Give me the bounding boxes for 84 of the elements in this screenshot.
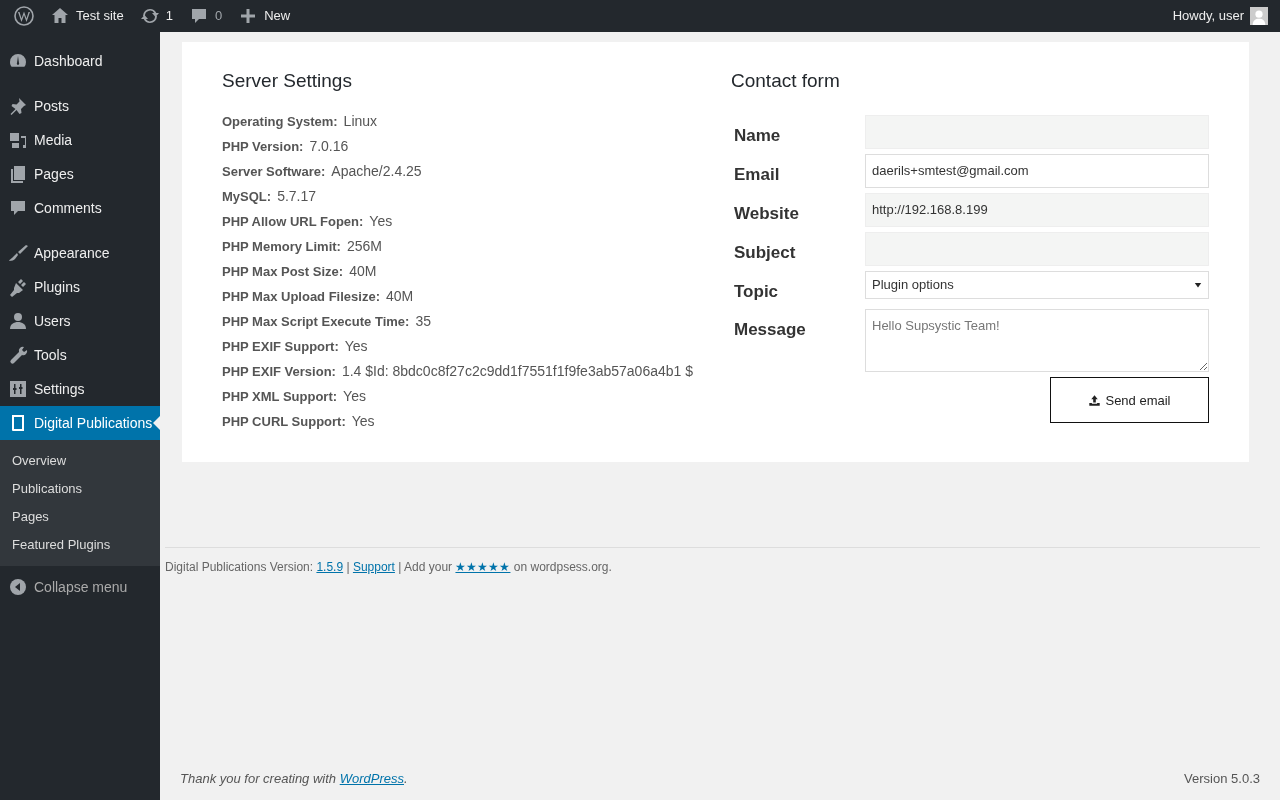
menu-pointer-icon	[153, 416, 160, 430]
footer-thanks-text: Thank you for creating with WordPress.	[180, 769, 408, 788]
link[interactable]: 1.5.9	[316, 559, 344, 574]
left-arrow-circle-icon	[8, 577, 28, 597]
collapse-menu-button[interactable]: Collapse menu	[0, 570, 160, 604]
home-icon	[50, 6, 70, 26]
setting-label: PHP Memory Limit:	[222, 238, 341, 254]
setting-value: 256M	[346, 237, 382, 254]
setting-label: PHP Max Upload Filesize:	[222, 288, 380, 304]
sidebar-item[interactable]: Tools	[0, 338, 160, 372]
submenu-item[interactable]: Publications	[0, 475, 160, 503]
new-content-link[interactable]: New	[230, 0, 299, 32]
setting-value: Apache/2.4.25	[331, 162, 422, 179]
sidebar-item[interactable]: Settings	[0, 372, 160, 406]
plugin-footer-text: Digital Publications Version: 1.5.9 | Support | Add your ★★★★★ on wordpsess.org.	[165, 558, 613, 576]
field-label: Name	[733, 124, 782, 147]
link[interactable]: Support	[352, 559, 395, 574]
setting-label: Server Software:	[222, 163, 326, 179]
account-menu[interactable]: Howdy, user	[1164, 0, 1276, 32]
paintbrush-icon	[8, 243, 28, 263]
media-icon	[8, 130, 28, 150]
sidebar-item[interactable]: Comments	[0, 191, 160, 225]
updates-link[interactable]: 1	[131, 0, 181, 32]
avatar-icon	[1250, 7, 1268, 25]
setting-value: Yes	[351, 412, 375, 429]
refresh-icon	[139, 6, 160, 26]
submenu-item[interactable]: Pages	[0, 503, 160, 531]
setting-value: 40M	[349, 262, 377, 279]
setting-label: MySQL:	[222, 188, 272, 204]
input-field[interactable]: daerils+smtest@gmail.com	[865, 153, 1209, 188]
setting-value: 40M	[385, 287, 414, 304]
version-text: Version 5.0.3	[1184, 769, 1260, 788]
setting-label: PHP Max Script Execute Time:	[222, 313, 410, 329]
message-field[interactable]: Hello Supsystic Team!	[865, 309, 1209, 373]
user-icon	[8, 311, 28, 331]
comments-link[interactable]: 0	[180, 0, 231, 32]
setting-label: PHP EXIF Version:	[222, 363, 336, 379]
submenu-item[interactable]: Featured Plugins	[0, 531, 160, 559]
setting-value: 1.4 $Id: 8bdc0c8f27c2c9dd1f7551f1f9fe3ab57a06a4b1 $	[341, 362, 693, 379]
plug-icon	[8, 277, 28, 297]
setting-label: PHP Version:	[222, 138, 304, 154]
caret-icon	[1194, 280, 1202, 289]
field-label: Subject	[733, 241, 797, 264]
field-label: Topic	[733, 280, 780, 303]
sidebar-item[interactable]: Appearance	[0, 236, 160, 270]
setting-label: PHP XML Support:	[222, 388, 338, 404]
wrench-icon	[8, 345, 28, 365]
setting-label: PHP Max Post Size:	[222, 263, 344, 279]
section-title: Server Settings	[222, 70, 353, 93]
setting-label: PHP EXIF Support:	[222, 338, 339, 354]
sidebar-item[interactable]: Pages	[0, 157, 160, 191]
input-field[interactable]: http://192.168.8.199	[865, 192, 1209, 227]
field-label: Website	[733, 202, 800, 225]
sidebar-item[interactable]: Media	[0, 123, 160, 157]
topic-dropdown[interactable]: Plugin options	[865, 270, 1209, 299]
pushpin-icon	[8, 96, 28, 116]
link[interactable]: ★★★★★	[455, 559, 511, 574]
sidebar-item[interactable]: Plugins	[0, 270, 160, 304]
setting-value: Yes	[369, 212, 393, 229]
setting-value: Yes	[343, 387, 366, 404]
sidebar-item[interactable]: Users	[0, 304, 160, 338]
sidebar-item[interactable]: Posts	[0, 89, 160, 123]
sidebar-item[interactable]: Dashboard	[0, 44, 160, 78]
site-link[interactable]: Test site	[42, 0, 132, 32]
upload-icon	[1088, 393, 1102, 407]
setting-value: 5.7.17	[277, 187, 317, 204]
section-title: Contact form	[731, 70, 841, 93]
field-label: Email	[733, 163, 781, 186]
setting-label: PHP Allow URL Fopen:	[222, 213, 364, 229]
wordpress-logo-icon	[14, 6, 34, 26]
setting-value: 7.0.16	[309, 137, 349, 154]
setting-value: Yes	[344, 337, 368, 354]
sidebar-item[interactable]: Digital Publications	[0, 406, 160, 440]
send-email-button[interactable]: Send email	[1050, 377, 1209, 424]
link[interactable]: WordPress	[339, 770, 404, 786]
submenu-item[interactable]: Overview	[0, 447, 160, 475]
setting-label: Operating System:	[222, 113, 338, 129]
speech-bubble-icon	[8, 198, 28, 218]
setting-value: 35	[415, 312, 431, 329]
setting-label: PHP CURL Support:	[222, 413, 346, 429]
sliders-icon	[8, 379, 28, 399]
pages-icon	[8, 164, 28, 184]
setting-value: Linux	[343, 112, 378, 129]
field-label: Message	[733, 319, 807, 342]
